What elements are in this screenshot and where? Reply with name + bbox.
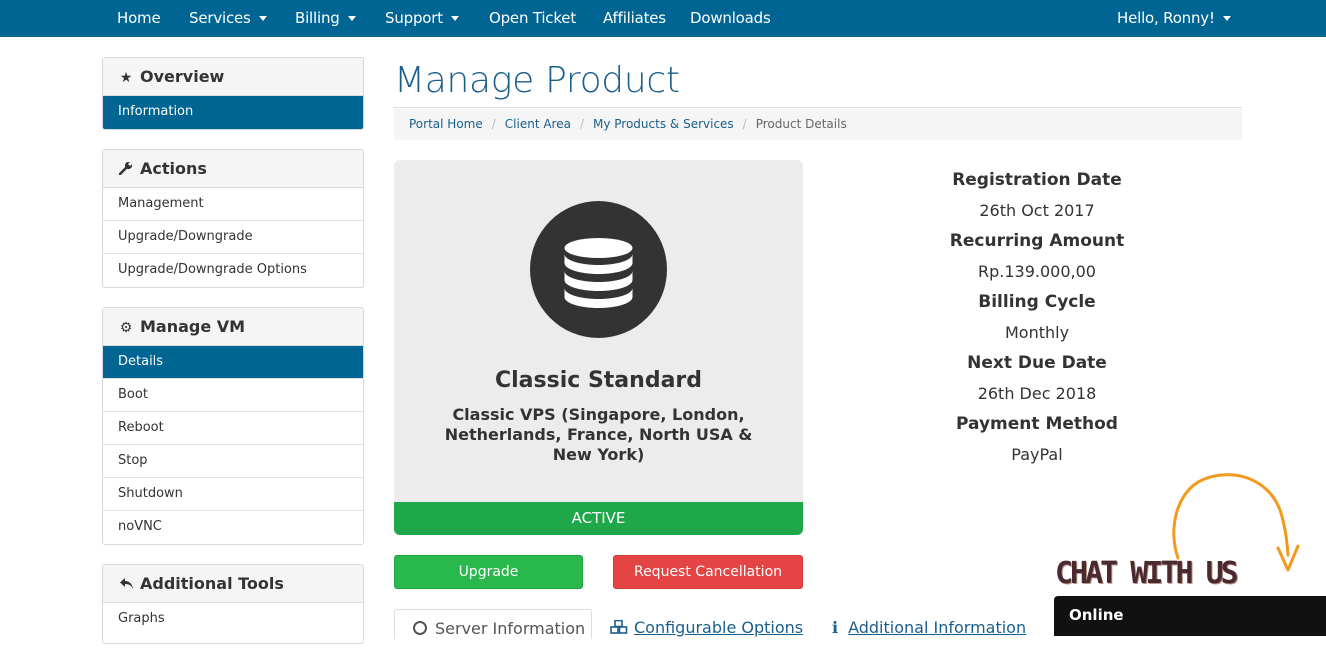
panel-heading-manage-vm: ⚙ Manage VM xyxy=(103,308,363,346)
nav-billing[interactable]: Billing xyxy=(295,0,356,37)
sidebar-panel-additional-tools: Additional Tools Graphs xyxy=(102,564,364,644)
panel-heading-overview: ★ Overview xyxy=(103,58,363,96)
panel-title-actions: Actions xyxy=(140,159,207,178)
nav-services-label: Services xyxy=(189,9,251,27)
sidebar-item-novnc[interactable]: noVNC xyxy=(103,511,363,544)
registration-date-value: 26th Oct 2017 xyxy=(979,201,1095,220)
sidebar-item-details[interactable]: Details xyxy=(103,346,363,379)
reply-icon xyxy=(118,567,134,604)
sidebar-item-upgrade-downgrade[interactable]: Upgrade/Downgrade xyxy=(103,221,363,254)
nav-services[interactable]: Services xyxy=(189,0,267,37)
product-details: Registration Date 26th Oct 2017 Recurrin… xyxy=(907,168,1167,473)
billing-cycle-label: Billing Cycle xyxy=(978,292,1096,312)
nav-billing-label: Billing xyxy=(295,9,340,27)
billing-cycle-value: Monthly xyxy=(1004,323,1070,342)
registration-date-label: Registration Date xyxy=(952,170,1122,190)
database-icon xyxy=(564,238,633,308)
globe-icon xyxy=(413,621,427,635)
payment-method-label: Payment Method xyxy=(956,414,1118,434)
next-due-date-value: 26th Dec 2018 xyxy=(977,384,1097,403)
tab-configurable-options[interactable]: Configurable Options xyxy=(610,609,803,639)
sidebar-item-reboot[interactable]: Reboot xyxy=(103,412,363,445)
title-divider xyxy=(394,107,1242,108)
chat-with-us-label[interactable]: CHAT WITH US xyxy=(1055,556,1239,591)
breadcrumb: Portal Home / Client Area / My Products & Se… xyxy=(394,109,1242,140)
product-icon-circle xyxy=(530,201,667,338)
product-name: Classic Standard xyxy=(494,368,703,393)
info-tabs: Server Information Configurable Options … xyxy=(394,609,1054,639)
breadcrumb-client-area[interactable]: Client Area xyxy=(505,117,571,131)
chat-status-bar[interactable]: Online xyxy=(1054,596,1326,636)
caret-down-icon xyxy=(347,16,356,21)
payment-method-value: PayPal xyxy=(1011,445,1063,464)
sidebar-item-shutdown[interactable]: Shutdown xyxy=(103,478,363,511)
panel-heading-actions: Actions xyxy=(103,150,363,188)
panel-title-overview: Overview xyxy=(140,67,225,86)
panel-heading-additional-tools: Additional Tools xyxy=(103,565,363,603)
sidebar-item-stop[interactable]: Stop xyxy=(103,445,363,478)
nav-user-menu[interactable]: Hello, Ronny! xyxy=(1117,0,1231,37)
recurring-amount-label: Recurring Amount xyxy=(949,231,1125,251)
sidebar-item-upgrade-downgrade-options[interactable]: Upgrade/Downgrade Options xyxy=(103,254,363,287)
top-navbar: Home Services Billing Support Open Ticke… xyxy=(0,0,1326,37)
info-icon: ℹ xyxy=(832,618,839,637)
star-icon: ★ xyxy=(119,70,133,86)
sidebar-item-information[interactable]: Information xyxy=(103,96,363,129)
nav-support-label: Support xyxy=(385,9,443,27)
nav-affiliates[interactable]: Affiliates xyxy=(603,0,666,37)
status-badge: ACTIVE xyxy=(394,502,803,535)
breadcrumb-separator: / xyxy=(491,117,496,131)
nav-home[interactable]: Home xyxy=(117,0,161,37)
caret-down-icon xyxy=(258,16,267,21)
breadcrumb-separator: / xyxy=(579,117,584,131)
tab-server-information[interactable]: Server Information xyxy=(394,609,592,639)
sidebar-panel-overview: ★ Overview Information xyxy=(102,57,364,130)
sidebar-panel-actions: Actions Management Upgrade/Downgrade Upg… xyxy=(102,149,364,288)
caret-down-icon xyxy=(1222,16,1231,21)
breadcrumb-portal-home[interactable]: Portal Home xyxy=(409,117,483,131)
product-card: Classic Standard Classic VPS (Singapore,… xyxy=(394,160,803,535)
tab-configurable-options-label: Configurable Options xyxy=(634,618,804,637)
sidebar-item-boot[interactable]: Boot xyxy=(103,379,363,412)
cubes-icon xyxy=(610,609,628,647)
chat-status-text: Online xyxy=(1069,606,1124,624)
panel-title-additional-tools: Additional Tools xyxy=(140,574,284,593)
tab-server-information-label: Server Information xyxy=(435,619,586,638)
recurring-amount-value: Rp.139.000,00 xyxy=(978,262,1096,281)
upgrade-button[interactable]: Upgrade xyxy=(394,555,583,589)
panel-title-manage-vm: Manage VM xyxy=(140,317,246,336)
nav-support[interactable]: Support xyxy=(385,0,459,37)
next-due-date-label: Next Due Date xyxy=(967,353,1107,373)
sidebar-item-graphs[interactable]: Graphs xyxy=(103,603,363,636)
sidebar-panel-manage-vm: ⚙ Manage VM Details Boot Reboot Stop Shut… xyxy=(102,307,364,545)
page-title: Manage Product xyxy=(394,60,680,101)
breadcrumb-my-products[interactable]: My Products & Services xyxy=(593,117,734,131)
nav-downloads[interactable]: Downloads xyxy=(690,0,771,37)
nav-open-ticket[interactable]: Open Ticket xyxy=(489,0,576,37)
gear-icon: ⚙ xyxy=(119,320,133,336)
tab-additional-information-label: Additional Information xyxy=(848,618,1027,637)
tab-additional-information[interactable]: ℹ Additional Information xyxy=(832,609,1026,639)
breadcrumb-current: Product Details xyxy=(755,117,847,131)
nav-user-label: Hello, Ronny! xyxy=(1117,9,1215,27)
product-group: Classic VPS (Singapore, London, Netherla… xyxy=(444,405,753,464)
request-cancellation-button[interactable]: Request Cancellation xyxy=(613,555,803,589)
wrench-icon xyxy=(118,152,134,189)
breadcrumb-separator: / xyxy=(742,117,747,131)
caret-down-icon xyxy=(450,16,459,21)
sidebar-item-management[interactable]: Management xyxy=(103,188,363,221)
